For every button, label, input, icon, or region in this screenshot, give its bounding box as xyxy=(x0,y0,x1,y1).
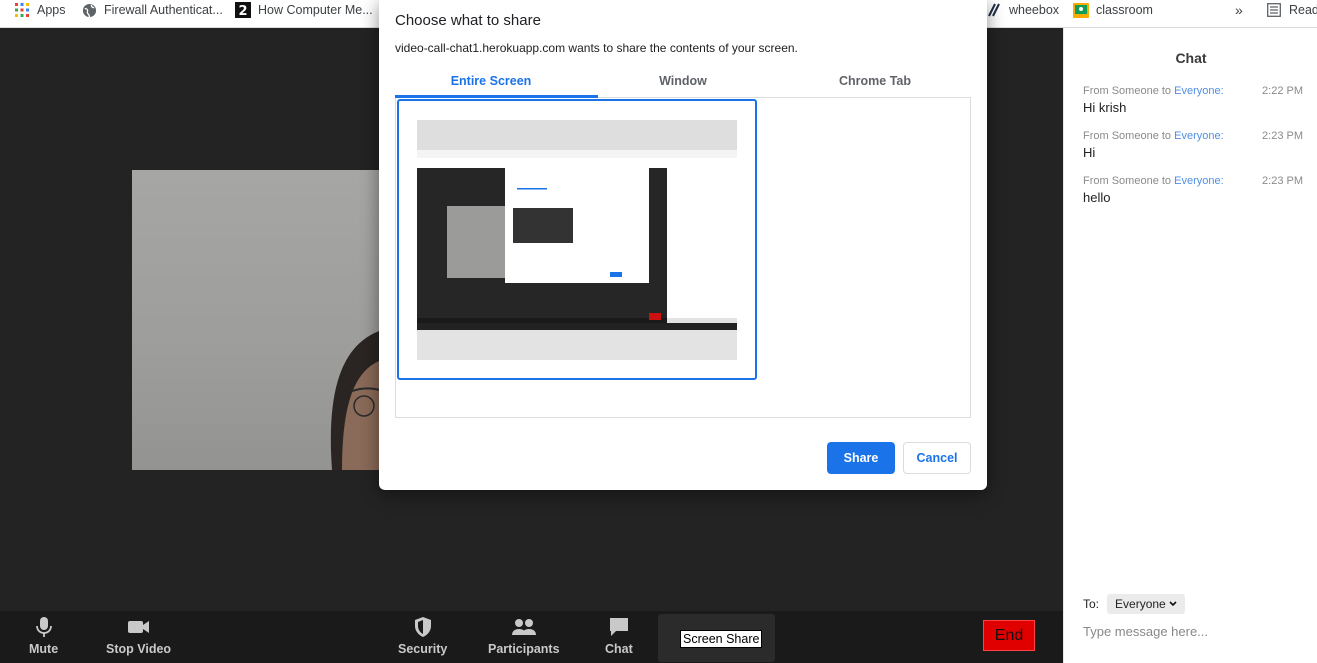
apps-grid-icon xyxy=(14,2,30,18)
chevron-down-icon xyxy=(1169,601,1177,607)
chat-label: Chat xyxy=(605,642,633,656)
bookmark-wheebox[interactable]: wheebox xyxy=(986,1,1059,19)
bookmark-apps[interactable]: Apps xyxy=(14,1,66,19)
chat-message-text: Hi krish xyxy=(1083,100,1127,115)
security-label: Security xyxy=(398,642,448,656)
shield-icon xyxy=(414,617,431,637)
chat-message-meta: From Someone to Everyone: 2:22 PM xyxy=(1083,85,1303,97)
participant-video xyxy=(132,170,382,470)
stripes-icon xyxy=(986,2,1002,18)
chat-message-input[interactable]: Type message here... xyxy=(1083,624,1208,639)
classroom-icon xyxy=(1073,2,1089,18)
security-button[interactable]: Security xyxy=(398,616,447,656)
bookmark-firewall[interactable]: Firewall Authenticat... xyxy=(81,1,223,19)
call-toolbar: Mute Stop Video Security Participants Ch… xyxy=(0,611,1063,663)
chat-time: 2:23 PM xyxy=(1262,130,1303,142)
chat-recipient-select[interactable]: Everyone xyxy=(1107,594,1185,614)
chat-message: From Someone to Everyone: 2:23 PM Hi xyxy=(1083,130,1303,160)
mute-button[interactable]: Mute xyxy=(29,616,58,656)
chat-from: From Someone to xyxy=(1083,175,1172,187)
tab-entire-screen[interactable]: Entire Screen xyxy=(395,74,587,88)
video-camera-icon xyxy=(127,621,149,633)
chat-message-sender: From Someone to Everyone: xyxy=(1083,85,1224,97)
share-source-tabs: Entire Screen Window Chrome Tab xyxy=(395,66,971,98)
bookmark-howcomputer[interactable]: 2 How Computer Me... xyxy=(235,1,373,19)
participants-label: Participants xyxy=(488,642,560,656)
person-figure xyxy=(330,330,382,470)
bookmarks-overflow-button[interactable]: » xyxy=(1235,1,1243,19)
bookmark-apps-label: Apps xyxy=(37,3,66,17)
chat-to: Everyone: xyxy=(1174,130,1224,142)
chat-to: Everyone: xyxy=(1174,85,1224,97)
number-two-icon: 2 xyxy=(235,2,251,18)
dialog-subtitle: video-call-chat1.herokuapp.com wants to … xyxy=(395,41,798,55)
stop-video-label: Stop Video xyxy=(106,642,172,656)
chat-message-meta: From Someone to Everyone: 2:23 PM xyxy=(1083,175,1303,187)
chat-title: Chat xyxy=(1175,50,1207,66)
bookmark-reading-list[interactable]: Read xyxy=(1266,1,1317,19)
chevron-double-right-icon: » xyxy=(1235,2,1243,18)
chat-message-text: hello xyxy=(1083,190,1111,205)
chat-from: From Someone to xyxy=(1083,130,1172,142)
participants-button[interactable]: Participants xyxy=(488,616,560,656)
cancel-button[interactable]: Cancel xyxy=(903,442,971,474)
screen-preview-image xyxy=(417,120,737,360)
chat-time: 2:23 PM xyxy=(1262,175,1303,187)
chat-message-sender: From Someone to Everyone: xyxy=(1083,130,1224,142)
bookmark-wheebox-label: wheebox xyxy=(1009,3,1060,17)
bookmark-howcomputer-label: How Computer Me... xyxy=(258,3,373,17)
mute-label: Mute xyxy=(29,642,59,656)
chat-message-text: Hi xyxy=(1083,145,1096,160)
bookmark-firewall-label: Firewall Authenticat... xyxy=(104,3,223,17)
share-source-pane xyxy=(395,98,971,418)
chat-recipient-row: To: Everyone xyxy=(1083,594,1185,614)
share-screen-dialog: Choose what to share video-call-chat1.he… xyxy=(379,0,987,490)
tab-chrome-tab[interactable]: Chrome Tab xyxy=(779,74,971,88)
chat-message: From Someone to Everyone: 2:23 PM hello xyxy=(1083,175,1303,205)
chat-bubble-icon xyxy=(609,618,628,636)
stop-video-button[interactable]: Stop Video xyxy=(106,616,171,656)
chat-recipient-value: Everyone xyxy=(1115,597,1166,611)
screen-share-button[interactable]: Screen Share xyxy=(680,630,763,648)
chat-button[interactable]: Chat xyxy=(605,616,633,656)
reading-list-icon xyxy=(1266,2,1282,18)
screen-thumbnail xyxy=(417,120,737,360)
tab-window[interactable]: Window xyxy=(587,74,779,88)
chat-from: From Someone to xyxy=(1083,85,1172,97)
chat-panel: Chat From Someone to Everyone: 2:22 PM H… xyxy=(1063,28,1317,663)
chat-time: 2:22 PM xyxy=(1262,85,1303,97)
chat-to-label: To: xyxy=(1083,597,1100,611)
bookmark-classroom[interactable]: classroom xyxy=(1073,1,1153,19)
globe-icon xyxy=(81,2,97,18)
microphone-icon xyxy=(35,617,52,637)
bookmark-classroom-label: classroom xyxy=(1096,3,1153,17)
chat-message-sender: From Someone to Everyone: xyxy=(1083,175,1224,187)
end-call-button[interactable]: End xyxy=(983,620,1035,651)
bookmark-reading-label: Read xyxy=(1289,3,1317,17)
share-button[interactable]: Share xyxy=(827,442,895,474)
dialog-title: Choose what to share xyxy=(395,12,541,29)
chat-message-meta: From Someone to Everyone: 2:23 PM xyxy=(1083,130,1303,142)
screen-option-card[interactable] xyxy=(397,99,757,380)
chat-message: From Someone to Everyone: 2:22 PM Hi kri… xyxy=(1083,85,1303,115)
svg-text:2: 2 xyxy=(238,4,247,18)
chat-to: Everyone: xyxy=(1174,175,1224,187)
participants-icon xyxy=(511,619,536,635)
